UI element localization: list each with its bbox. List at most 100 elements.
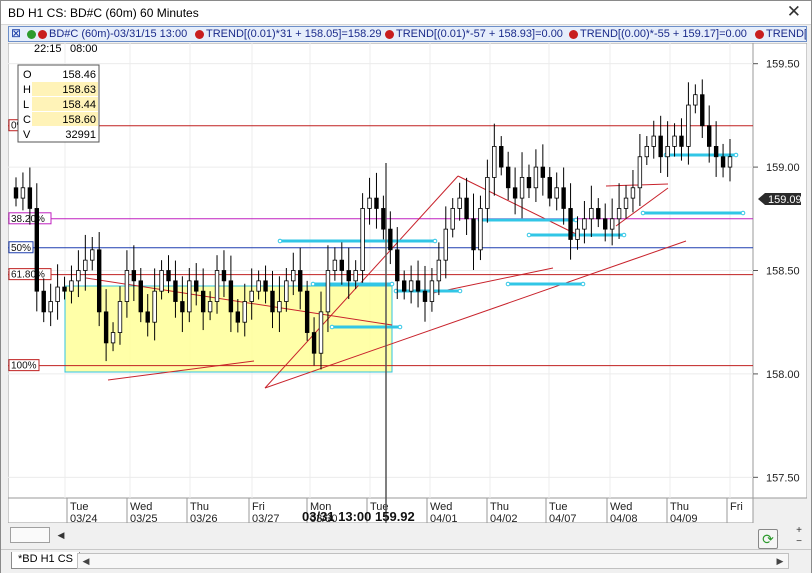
candle-body	[540, 166, 546, 178]
candle-body	[603, 218, 608, 230]
candle-body	[401, 280, 407, 292]
price-tick-label: 158.50	[766, 266, 800, 278]
legend-dot-symbol[interactable]	[38, 30, 47, 39]
scroll-left-icon[interactable]: ◀	[54, 528, 68, 542]
candle-body	[388, 228, 393, 251]
data-window-value: 32991	[65, 129, 96, 141]
legend-dot-trend-2[interactable]	[385, 30, 394, 39]
chart-window: BD H1 CS: BD#C (60m) 60 Minutes ✕ ⊠ BD#C…	[0, 0, 812, 573]
date-label: 04/08	[610, 513, 638, 523]
candle-body	[720, 156, 726, 168]
refresh-icon[interactable]: ⟳	[758, 529, 778, 549]
zoom-out-icon[interactable]: −	[791, 536, 807, 547]
zoom-plus-minus[interactable]: + −	[791, 525, 807, 549]
candle-body	[519, 177, 525, 199]
legend-trend-4[interactable]: TREND[(	[766, 28, 806, 40]
fib-label: 50%	[11, 243, 31, 254]
candle-body	[658, 135, 663, 158]
legend-trend-3[interactable]: TREND[(0.00)*-55 + 159.17]=0.00	[580, 28, 747, 40]
candle-body	[429, 280, 435, 302]
zoom-box[interactable]	[10, 527, 50, 543]
price-tick-label: 157.50	[766, 472, 800, 484]
candle-body	[700, 94, 705, 127]
line-handle	[397, 324, 403, 330]
legend-dot-green[interactable]	[27, 30, 36, 39]
tab-bd-h1-cs[interactable]: *BD H1 CS	[11, 552, 81, 569]
last-price-marker: 159.09	[758, 193, 802, 206]
candle-body	[415, 280, 421, 292]
data-window-time2: 08:00	[70, 43, 98, 55]
day-label: Fri	[730, 501, 743, 513]
candle-body	[34, 208, 39, 292]
date-label: 03/27	[252, 513, 280, 523]
candle-body	[499, 146, 504, 168]
fib-label: 38.20%	[11, 214, 45, 225]
candle-body	[630, 187, 636, 199]
line-handle	[432, 238, 438, 244]
last-price-label: 159.09	[768, 194, 802, 206]
candle-body	[665, 146, 670, 158]
tab-strip: *BD H1 CS ◀ ▶	[1, 549, 811, 573]
candle-body	[408, 280, 414, 292]
legend-dot-trend-4[interactable]	[755, 30, 764, 39]
candle-body	[637, 156, 643, 189]
chart-scroll-row: ◀ ▶	[8, 525, 783, 546]
chart-area[interactable]: 0%38.20%50%61.80%100% 159.50159.00158.50…	[7, 42, 808, 525]
candle-body	[533, 166, 539, 189]
zoom-in-icon[interactable]: +	[791, 525, 807, 536]
candle-body	[110, 332, 116, 344]
candle-body	[214, 270, 220, 302]
candle-body	[207, 301, 213, 313]
day-label: Wed	[430, 501, 452, 513]
line-handle	[310, 281, 316, 287]
candle-body	[187, 280, 192, 313]
data-window-value: 158.60	[62, 114, 96, 126]
line-handle	[505, 281, 511, 287]
day-label: Fri	[252, 501, 265, 513]
legend-dot-trend-1[interactable]	[195, 30, 204, 39]
tab-scroll-right-icon[interactable]: ▶	[773, 554, 787, 568]
candle-body	[526, 177, 532, 189]
candle-body	[242, 301, 247, 323]
candle-body	[325, 270, 331, 313]
candle-body	[200, 290, 206, 313]
candle-body	[561, 187, 566, 209]
candle-body	[471, 218, 476, 251]
candle-body	[568, 208, 573, 240]
candle-body	[291, 270, 296, 282]
close-icon[interactable]: ✕	[787, 3, 801, 20]
candle-body	[166, 270, 171, 282]
legend-symbol[interactable]: BD#C (60m)-03/31/15 13:00	[49, 28, 187, 40]
candle-body	[547, 177, 552, 199]
candle-body	[596, 208, 601, 220]
date-label: 04/07	[549, 513, 577, 523]
consolidation-box[interactable]	[64, 285, 393, 373]
candle-body	[457, 197, 462, 209]
candle-body	[256, 280, 261, 292]
crosshair-icon[interactable]: ⊠	[11, 27, 21, 40]
day-label: Wed	[610, 501, 632, 513]
price-tick-label: 159.00	[766, 162, 800, 174]
title-bar: BD H1 CS: BD#C (60m) 60 Minutes ✕	[1, 1, 811, 25]
tab-scroll-left-icon[interactable]: ◀	[79, 554, 93, 568]
candle-body	[221, 270, 227, 282]
candle-body	[672, 135, 677, 147]
candle-body	[27, 187, 33, 209]
candle-body	[616, 208, 622, 220]
legend-trend-2[interactable]: TREND[(0.01)*-57 + 158.93]=0.00	[396, 28, 563, 40]
legend-trend-1[interactable]: TREND[(0.01)*31 + 158.05]=158.29	[206, 28, 382, 40]
line-handle	[733, 152, 739, 158]
candle-body	[575, 228, 580, 240]
data-window-key: L	[23, 99, 29, 111]
legend-dot-trend-3[interactable]	[569, 30, 578, 39]
candle-body	[263, 280, 268, 292]
candle-body	[62, 286, 67, 292]
candle-body	[284, 280, 289, 302]
tab-scrollbar[interactable]: ◀ ▶	[77, 553, 789, 569]
line-handle	[580, 281, 586, 287]
candle-body	[353, 270, 358, 282]
line-handle	[277, 238, 283, 244]
candle-body	[651, 135, 656, 147]
line-handle	[526, 232, 532, 238]
price-chart[interactable]: 0%38.20%50%61.80%100% 159.50159.00158.50…	[7, 42, 808, 525]
